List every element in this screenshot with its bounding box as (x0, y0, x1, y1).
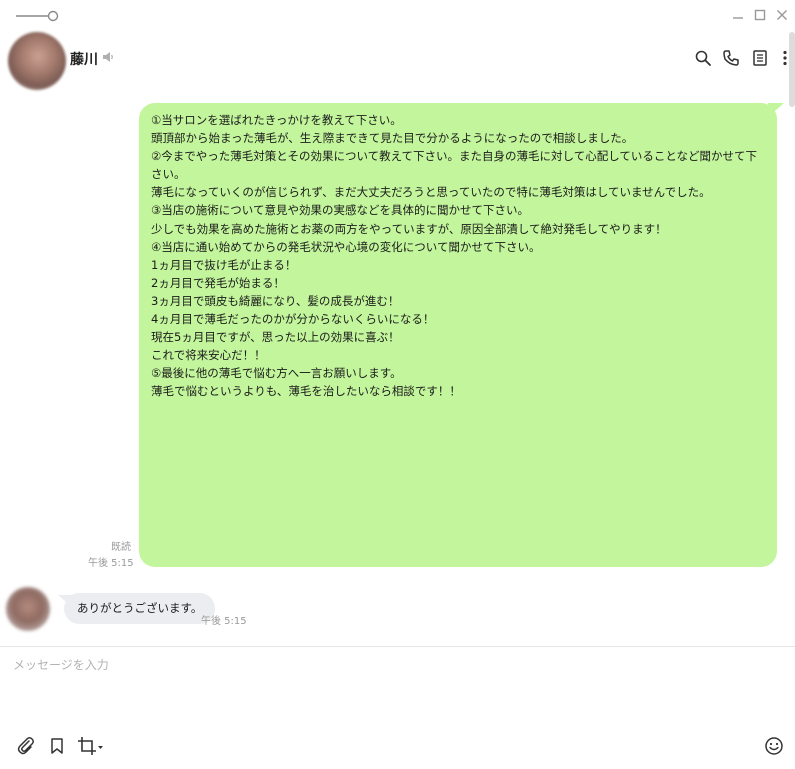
composer-divider (0, 646, 795, 647)
close-icon[interactable] (773, 6, 791, 24)
message-line: 薄毛になっていくのが信じられず、まだ大丈夫だろうと思っていたので特に薄毛対策はし… (151, 185, 711, 200)
message-input[interactable] (13, 656, 773, 726)
message-line: これで将来安心だ！！ (151, 348, 266, 363)
contact-name[interactable]: 藤川 (70, 49, 98, 69)
incoming-message-bubble[interactable]: ありがとうございます。 (64, 593, 216, 624)
message-line: ②今までやった薄毛対策とその効果について教えて下さい。また自身の薄毛に対して心配… (151, 149, 758, 182)
crop-icon[interactable] (77, 736, 105, 756)
attach-icon[interactable] (16, 736, 36, 756)
title-bar (0, 0, 795, 32)
message-line: 少しでも効果を高めた施術とお薬の両方をやっていますが、原因全部潰して絶対発毛して… (151, 221, 667, 236)
message-line: 現在5ヵ月目ですが、思った以上の効果に喜ぶ！ (151, 330, 400, 345)
message-line: ④当店に通い始めてからの発毛状況や心境の変化について聞かせて下さい。 (151, 239, 541, 254)
minimize-icon[interactable] (729, 6, 747, 24)
message-timestamp: 午後 5:15 (201, 616, 247, 627)
search-icon[interactable] (694, 49, 712, 67)
outgoing-message-bubble[interactable]: ①当サロンを選ばれたきっかけを教えて下さい。 頭頂部から始まった薄毛が、生え際ま… (139, 103, 777, 567)
message-line: 2ヵ月目で発毛が始まる！ (151, 275, 285, 290)
chat-scrollbar[interactable] (789, 32, 795, 107)
maximize-icon[interactable] (751, 6, 769, 24)
message-line: ⑤最後に他の薄毛で悩む方へ一言お願いします。 (151, 366, 402, 381)
message-line: 頭頂部から始まった薄毛が、生え際まできて見た目で分かるようになったので相談しまし… (151, 131, 634, 146)
bookmark-icon[interactable] (47, 736, 67, 756)
read-status: 既読 (111, 542, 131, 553)
phone-icon[interactable] (722, 49, 740, 67)
message-line: 薄毛で悩むというよりも、薄毛を治したいなら相談です！！ (151, 384, 461, 399)
contact-avatar-small[interactable] (6, 587, 50, 631)
message-line: ③当店の施術について意見や効果の実感などを具体的に聞かせて下さい。 (151, 203, 529, 218)
message-line: 4ヵ月目で薄毛だったのかが分からないくらいになる！ (151, 312, 435, 327)
speaker-icon (103, 52, 113, 62)
notes-icon[interactable] (751, 49, 769, 67)
message-line: 1ヵ月目で抜け毛が止まる！ (151, 257, 297, 272)
message-timestamp: 午後 5:15 (88, 558, 134, 569)
message-line: ①当サロンを選ばれたきっかけを教えて下さい。 (151, 113, 402, 127)
message-line: 3ヵ月目で頭皮も綺麗になり、髪の成長が進む！ (151, 293, 400, 308)
contact-avatar[interactable] (8, 32, 66, 90)
chat-header: 藤川 (0, 30, 795, 90)
pin-slider-icon[interactable] (16, 9, 60, 23)
emoji-icon[interactable] (764, 736, 784, 756)
